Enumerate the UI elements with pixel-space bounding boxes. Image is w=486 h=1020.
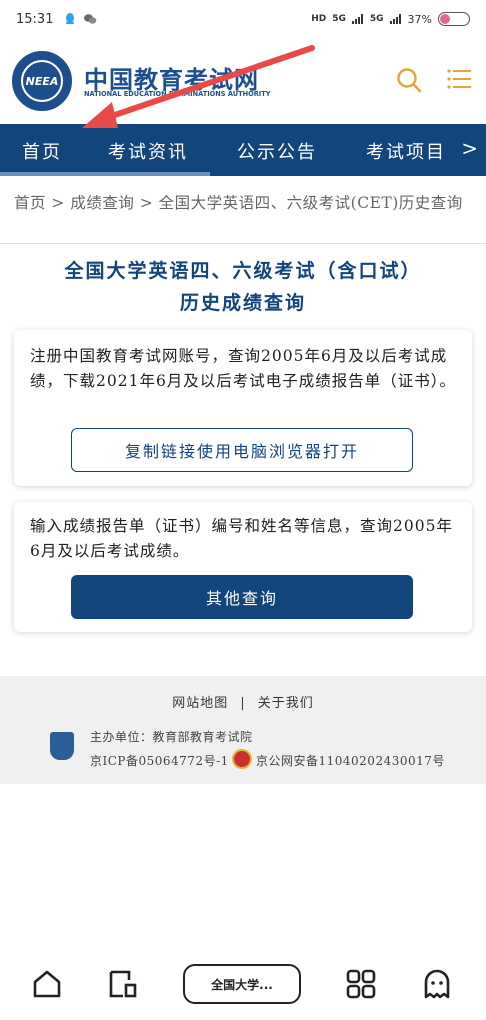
- sponsor-text: 主办单位：教育部教育考试院: [90, 730, 253, 744]
- site-header: NEEA 中国教育考试网 NATIONAL EDUCATION EXAMINAT…: [0, 38, 486, 124]
- breadcrumb[interactable]: 首页 > 成绩查询 > 全国大学英语四、六级考试(CET)历史查询: [14, 192, 474, 214]
- signal-1: 5G: [332, 13, 346, 24]
- nav-item-news[interactable]: 考试资讯: [108, 138, 188, 164]
- ghost-profile-icon[interactable]: [421, 968, 453, 1000]
- sitemap-link[interactable]: 网站地图: [172, 696, 228, 711]
- browser-bottom-bar: 全国大学...: [0, 950, 486, 1020]
- status-time: 15:31: [16, 11, 54, 27]
- hd-indicator: HD: [311, 13, 327, 24]
- nav-active-indicator: [0, 172, 210, 176]
- breadcrumb-divider: [0, 243, 486, 244]
- qq-icon: [66, 13, 75, 24]
- nav-item-home[interactable]: 首页: [22, 138, 62, 164]
- about-us-link[interactable]: 关于我们: [258, 696, 314, 711]
- logo-ring: NEEA: [21, 60, 63, 102]
- current-tab-button[interactable]: 全国大学...: [183, 964, 301, 1004]
- search-icon[interactable]: [396, 67, 422, 93]
- account-query-description: 注册中国教育考试网账号，查询2005年6月及以后考试成绩，下载2021年6月及以…: [30, 347, 457, 390]
- footer-links: 网站地图 | 关于我们: [0, 692, 486, 711]
- site-subtitle: NATIONAL EDUCATION EXAMINATIONS AUTHORIT…: [84, 90, 271, 98]
- icp-link[interactable]: 京ICP备05064772号-1: [90, 752, 229, 769]
- logo-text: NEEA: [25, 74, 59, 88]
- nav-item-announcements[interactable]: 公示公告: [237, 138, 317, 164]
- footer-separator: |: [240, 696, 246, 711]
- main-nav: 首页 考试资讯 公示公告 考试项目 >: [0, 124, 486, 176]
- signal-2: 5G: [369, 13, 384, 24]
- other-query-card: 输入成绩报告单（证书）编号和姓名等信息，查询2005年6月及以后考试成绩。 其他…: [14, 502, 472, 632]
- signal-bars-icon-2: [389, 14, 401, 24]
- page-title-line1: 全国大学英语四、六级考试（含口试）: [64, 260, 422, 282]
- menu-icon[interactable]: [447, 67, 471, 91]
- signal-bars-icon: [351, 14, 363, 24]
- police-record-link[interactable]: 京公网安备11040202430017号: [256, 752, 445, 769]
- other-query-description: 输入成绩报告单（证书）编号和姓名等信息，查询2005年6月及以后考试成绩。: [30, 517, 453, 560]
- nav-more-chevron-icon[interactable]: >: [461, 136, 478, 160]
- site-footer: 网站地图 | 关于我们 主办单位：教育部教育考试院 京ICP备05064772号-1…: [0, 676, 486, 784]
- account-query-card: 注册中国教育考试网账号，查询2005年6月及以后考试成绩，下载2021年6月及以…: [14, 330, 472, 486]
- page-title-line2: 历史成绩查询: [179, 292, 306, 314]
- tabs-icon[interactable]: [107, 968, 139, 1000]
- government-badge-icon[interactable]: [50, 732, 74, 760]
- home-icon[interactable]: [31, 968, 63, 1000]
- status-indicators: HD 5G 5G 37%: [311, 12, 470, 26]
- copy-link-button[interactable]: 复制链接使用电脑浏览器打开: [71, 428, 413, 472]
- apps-grid-icon[interactable]: [345, 968, 377, 1000]
- nav-item-exams[interactable]: 考试项目: [366, 138, 446, 164]
- neea-logo[interactable]: NEEA: [12, 51, 72, 111]
- battery-level: [440, 14, 451, 24]
- police-badge-icon: [232, 749, 252, 769]
- battery-icon: [438, 12, 470, 26]
- other-query-button[interactable]: 其他查询: [71, 575, 413, 619]
- status-bar: 15:31 HD 5G 5G 37%: [0, 0, 486, 38]
- wechat-icon: [84, 14, 97, 24]
- battery-percent: 37%: [407, 12, 432, 26]
